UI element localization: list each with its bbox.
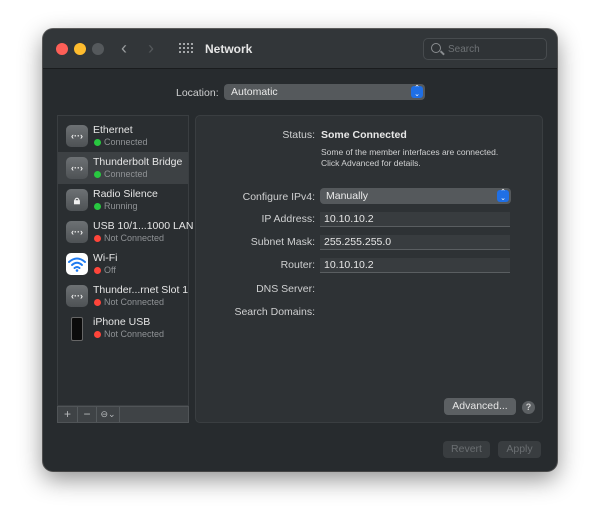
service-name: Thunderbolt Bridge <box>93 156 183 168</box>
status-dot-green <box>94 203 101 210</box>
service-item-ethernet[interactable]: ‹··› Ethernet Connected <box>58 120 188 152</box>
service-status: Off <box>104 265 116 275</box>
router-value: 10.10.10.2 <box>324 259 374 271</box>
maximize-button[interactable] <box>92 43 104 55</box>
service-status: Not Connected <box>104 297 165 307</box>
service-status: Running <box>104 201 138 211</box>
status-description: Some of the member interfaces are connec… <box>321 147 498 169</box>
back-chevron-icon[interactable]: ‹ <box>121 38 127 58</box>
dns-server-label: DNS Server: <box>256 283 315 295</box>
show-all-grid-icon[interactable] <box>179 43 193 54</box>
subnet-mask-field[interactable]: 255.255.255.0 <box>320 235 510 250</box>
service-name: Radio Silence <box>93 188 158 200</box>
router-label: Router: <box>280 259 315 271</box>
status-dot-green <box>94 171 101 178</box>
titlebar: ‹ › Network Search <box>43 29 557 69</box>
select-stepper-icon: ⌃ ⌄ <box>411 85 423 98</box>
forward-chevron-icon[interactable]: › <box>148 38 154 58</box>
ip-address-value: 10.10.10.2 <box>324 213 374 225</box>
service-status: Not Connected <box>104 329 165 339</box>
status-dot-green <box>94 139 101 146</box>
service-status: Connected <box>104 169 148 179</box>
router-field[interactable]: 10.10.10.2 <box>320 258 510 273</box>
ip-address-field[interactable]: 10.10.10.2 <box>320 212 510 227</box>
search-domains-label: Search Domains: <box>234 306 315 318</box>
service-item-thunderbolt-bridge[interactable]: ‹··› Thunderbolt Bridge Connected <box>58 152 188 184</box>
status-value: Some Connected <box>321 129 407 141</box>
service-name: Ethernet <box>93 124 133 136</box>
advanced-button[interactable]: Advanced... <box>444 398 516 415</box>
service-item-thunderbolt-ethernet-slot[interactable]: ‹··› Thunder...rnet Slot 1 Not Connected <box>58 280 188 312</box>
search-placeholder: Search <box>448 44 480 55</box>
location-select[interactable]: Automatic ⌃ ⌄ <box>224 84 425 100</box>
service-name: USB 10/1...1000 LAN <box>93 220 194 232</box>
close-button[interactable] <box>56 43 68 55</box>
location-value: Automatic <box>231 86 278 98</box>
ip-address-label: IP Address: <box>261 213 315 225</box>
configure-ipv4-value: Manually <box>326 190 369 202</box>
minimize-button[interactable] <box>74 43 86 55</box>
iphone-icon <box>66 317 88 341</box>
service-item-radio-silence[interactable]: 🔒︎ Radio Silence Running <box>58 184 188 216</box>
service-list-toolbar: + − ⊖⌄ <box>57 406 189 423</box>
lock-icon: 🔒︎ <box>66 189 88 211</box>
service-status: Connected <box>104 137 148 147</box>
ethernet-icon: ‹··› <box>66 285 88 307</box>
status-label: Status: <box>282 129 315 141</box>
location-label: Location: <box>176 87 219 99</box>
window-title: Network <box>205 42 253 56</box>
ethernet-icon: ‹··› <box>66 125 88 147</box>
status-description-line: Some of the member interfaces are connec… <box>321 147 499 157</box>
subnet-mask-label: Subnet Mask: <box>250 236 315 248</box>
status-dot-red <box>94 235 101 242</box>
ethernet-icon: ‹··› <box>66 221 88 243</box>
configure-ipv4-select[interactable]: Manually ⌃ ⌄ <box>320 188 511 204</box>
service-status: Not Connected <box>104 233 165 243</box>
add-service-button[interactable]: + <box>58 407 78 422</box>
status-description-line: Click Advanced for details. <box>321 158 421 168</box>
revert-button[interactable]: Revert <box>443 441 490 458</box>
status-dot-red <box>94 267 101 274</box>
ethernet-icon: ‹··› <box>66 157 88 179</box>
subnet-mask-value: 255.255.255.0 <box>324 236 392 248</box>
help-button[interactable]: ? <box>522 401 535 414</box>
network-preferences-window: ‹ › Network Search Location: Automatic ⌃… <box>43 29 557 471</box>
configure-ipv4-label: Configure IPv4: <box>242 191 315 203</box>
action-menu-button[interactable]: ⊖⌄ <box>97 407 120 422</box>
search-icon <box>431 43 441 53</box>
service-item-usb-lan[interactable]: ‹··› USB 10/1...1000 LAN Not Connected <box>58 216 193 248</box>
service-list: ‹··› Ethernet Connected ‹··› Thunderbolt… <box>57 115 193 406</box>
detail-panel: Status: Some Connected Some of the membe… <box>195 115 543 423</box>
wifi-icon <box>66 253 88 275</box>
status-dot-red <box>94 299 101 306</box>
service-item-wifi[interactable]: Wi-Fi Off <box>58 248 188 280</box>
service-name: Thunder...rnet Slot 1 <box>93 284 189 296</box>
search-input[interactable]: Search <box>423 38 547 60</box>
service-name: iPhone USB <box>93 316 151 328</box>
apply-button[interactable]: Apply <box>498 441 541 458</box>
service-name: Wi-Fi <box>93 252 118 264</box>
select-stepper-icon: ⌃ ⌄ <box>497 189 509 202</box>
service-item-iphone-usb[interactable]: iPhone USB Not Connected <box>58 312 188 344</box>
status-dot-red <box>94 331 101 338</box>
remove-service-button[interactable]: − <box>78 407 97 422</box>
